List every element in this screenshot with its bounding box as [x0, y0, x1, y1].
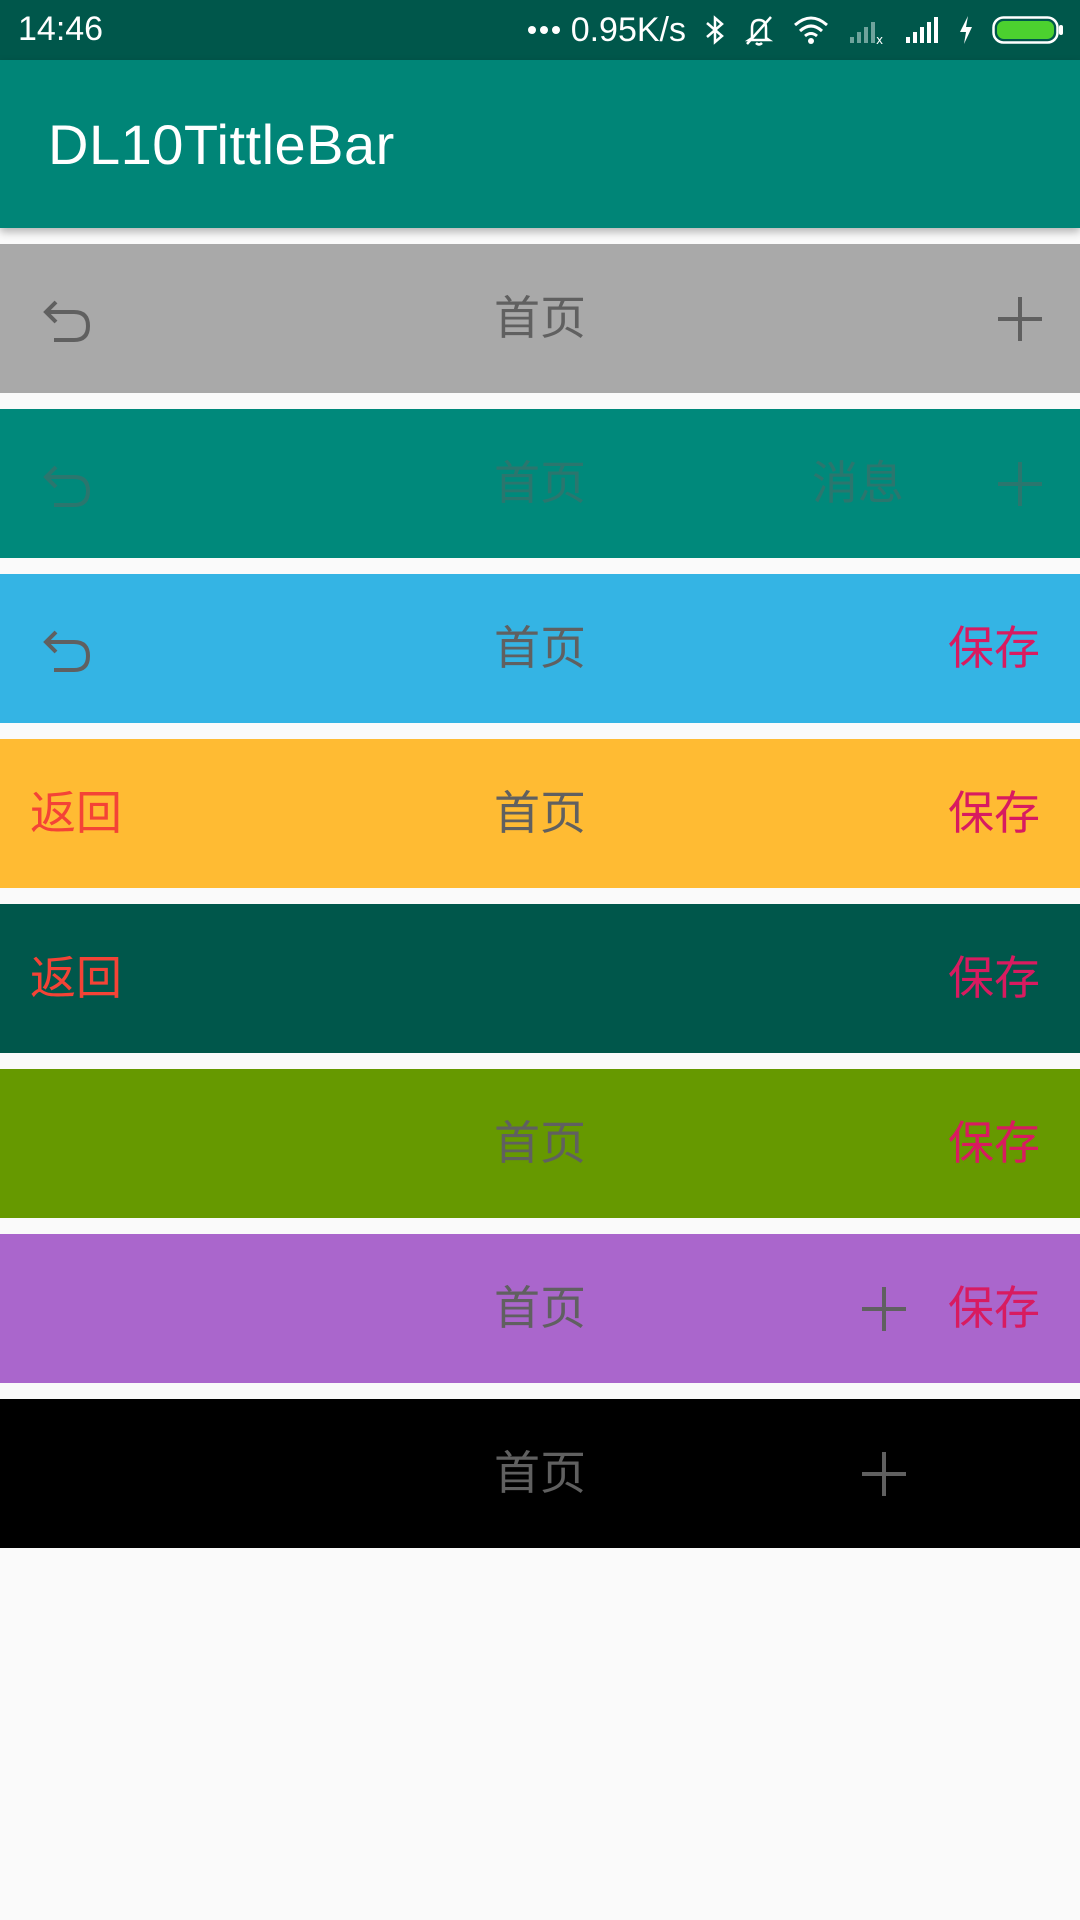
title-bar-5: 返回 保存: [0, 904, 1080, 1053]
wifi-icon: [794, 16, 828, 44]
charging-icon: [960, 16, 972, 44]
title-bar-2: 首页 消息: [0, 409, 1080, 558]
message-button[interactable]: 消息: [812, 409, 904, 558]
status-bar: 14:46 0.95K/s x: [0, 0, 1080, 60]
battery-icon: [992, 16, 1063, 44]
signal-full-icon: [906, 17, 938, 43]
save-button[interactable]: 保存: [948, 1234, 1040, 1383]
status-time: 14:46: [18, 10, 104, 48]
plus-icon[interactable]: [860, 1285, 908, 1333]
title-bar-3: 首页 保存: [0, 574, 1080, 723]
bar-title: 首页: [494, 291, 586, 345]
plus-icon[interactable]: [996, 295, 1044, 343]
title-bar-6: 首页 保存: [0, 1069, 1080, 1218]
title-bar-8: 首页: [0, 1399, 1080, 1548]
app-title: DL10TittleBar: [48, 113, 395, 176]
bar-title: 首页: [494, 1281, 586, 1335]
plus-icon[interactable]: [996, 460, 1044, 508]
save-button[interactable]: 保存: [948, 904, 1040, 1053]
save-button[interactable]: 保存: [948, 574, 1040, 723]
bluetooth-icon: [706, 15, 724, 45]
more-dots-icon: [527, 26, 560, 34]
title-bar-7: 首页 保存: [0, 1234, 1080, 1383]
save-button[interactable]: 保存: [948, 739, 1040, 888]
bell-off-icon: [744, 16, 774, 46]
save-button[interactable]: 保存: [948, 1069, 1040, 1218]
signal-empty-icon: x: [850, 22, 883, 45]
bar-title: 首页: [494, 456, 586, 510]
bar-title: 首页: [494, 786, 586, 840]
title-bar-4: 返回 首页 保存: [0, 739, 1080, 888]
status-icons: 0.95K/s x: [527, 8, 1064, 52]
title-bar-1: 首页: [0, 244, 1080, 393]
back-button[interactable]: 返回: [30, 904, 122, 1053]
net-speed: 0.95K/s: [570, 10, 686, 49]
svg-text:x: x: [876, 33, 883, 45]
bar-title: 首页: [494, 1116, 586, 1170]
plus-icon[interactable]: [860, 1450, 908, 1498]
bar-title: 首页: [494, 621, 586, 675]
bar-title: 首页: [494, 1446, 586, 1500]
app-bar: DL10TittleBar: [0, 60, 1080, 228]
